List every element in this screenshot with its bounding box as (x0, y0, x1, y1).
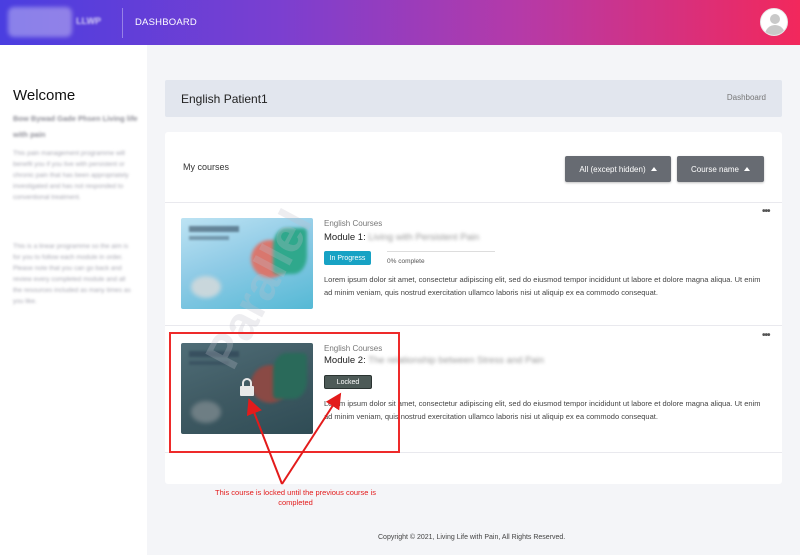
top-navbar: LLWP DASHBOARD (0, 0, 800, 45)
caret-up-icon (650, 167, 657, 171)
sidebar-paragraph-2: This is a linear programme so the aim is… (13, 243, 131, 305)
avatar-body-icon (765, 25, 785, 35)
course-2-more-actions-icon[interactable]: ••• (762, 330, 770, 341)
page-title: English Patient1 (181, 92, 268, 106)
thumbnail-illustration (191, 276, 221, 298)
course-1-title[interactable]: Module 1: Living with Persistent Pain (324, 232, 479, 243)
thumbnail-text (189, 236, 229, 240)
page-header: English Patient1 Dashboard (165, 80, 782, 117)
course-1-thumbnail[interactable] (181, 218, 313, 309)
thumbnail-illustration (273, 228, 307, 274)
list-divider (165, 202, 782, 203)
course-1-progress-text: 0% complete (387, 258, 425, 265)
caret-up-icon (744, 167, 751, 171)
course-sort-dropdown[interactable]: Course name (677, 156, 764, 182)
sidebar-paragraph-1: This pain management programme will bene… (13, 150, 129, 201)
course-1-title-name: Living with Persistent Pain (368, 232, 480, 243)
sidebar-subtitle: Bow Bywad Gade Phsen Living life with pa… (13, 114, 138, 139)
my-courses-heading: My courses (183, 162, 230, 172)
sidebar-welcome-heading: Welcome (13, 87, 76, 104)
thumbnail-text (189, 226, 239, 232)
course-1-progress-bar (387, 251, 495, 252)
user-avatar[interactable] (760, 8, 788, 36)
brand-logo[interactable] (8, 7, 72, 37)
course-1-description: Lorem ipsum dolor sit amet, consectetur … (324, 275, 761, 297)
filter-label: All (except hidden) (579, 164, 646, 174)
locked-course-annotation: This course is locked until the previous… (215, 488, 376, 507)
sort-label: Course name (690, 164, 740, 174)
course-1-more-actions-icon[interactable]: ••• (762, 206, 770, 217)
nav-dashboard-link[interactable]: DASHBOARD (135, 17, 197, 28)
course-1-category: English Courses (324, 219, 383, 228)
left-sidebar: Welcome Bow Bywad Gade Phsen Living life… (0, 45, 147, 555)
page-footer: Copyright © 2021, Living Life with Pain,… (378, 534, 566, 541)
course-filter-dropdown[interactable]: All (except hidden) (565, 156, 671, 182)
navbar-divider (122, 8, 123, 38)
breadcrumb[interactable]: Dashboard (727, 93, 766, 102)
avatar-head-icon (770, 14, 780, 24)
course-1-title-prefix: Module 1: (324, 232, 366, 243)
brand-logo-text: LLWP (76, 16, 101, 26)
list-divider (165, 325, 782, 326)
locked-course-highlight-box (169, 332, 400, 453)
status-badge-in-progress: In Progress (324, 251, 371, 265)
